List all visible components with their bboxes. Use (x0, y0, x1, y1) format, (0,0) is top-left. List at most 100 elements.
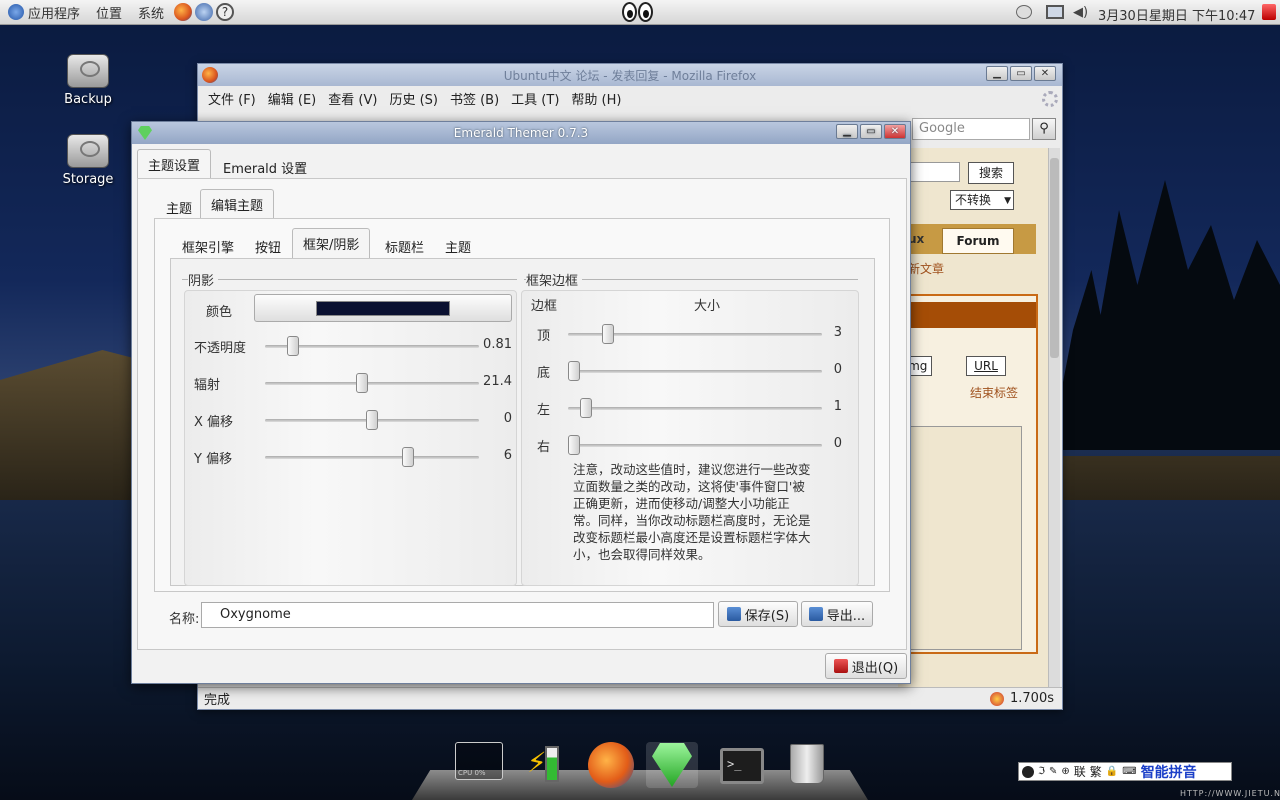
shadow-radius-value: 21.4 (483, 374, 512, 389)
applications-menu[interactable]: 应用程序 (0, 3, 88, 22)
dock-cpu-monitor[interactable]: CPU 0% (455, 742, 507, 788)
volume-icon[interactable]: ◀) (1073, 5, 1088, 20)
forum-tab-forum[interactable]: Forum (942, 228, 1014, 254)
message-textarea[interactable] (900, 426, 1022, 650)
applications-menu-label: 应用程序 (28, 6, 81, 22)
new-articles-link[interactable]: 新文章 (908, 260, 944, 277)
border-left-slider-track[interactable] (568, 407, 822, 410)
dock-power-icon[interactable]: ⚡ (525, 742, 577, 788)
close-tags-link[interactable]: 结束标签 (970, 384, 1018, 401)
cpu-label: CPU 0% (455, 742, 503, 780)
border-bottom-slider-handle[interactable] (568, 361, 580, 381)
menu-history[interactable]: 历史 (S) (383, 89, 444, 108)
border-right-slider-track[interactable] (568, 444, 822, 447)
maximize-button[interactable]: ▭ (860, 124, 882, 139)
tab-frame-shadow[interactable]: 框架/阴影 (292, 228, 371, 258)
punctuation-icon[interactable]: ✎ (1049, 766, 1057, 777)
shadow-opacity-label: 不透明度 (194, 341, 247, 356)
menu-tools[interactable]: 工具 (T) (505, 89, 565, 108)
menu-file[interactable]: 文件 (F) (202, 89, 262, 108)
close-button[interactable]: ✕ (1034, 66, 1056, 81)
export-icon (808, 607, 823, 621)
save-button[interactable]: 保存(S) (718, 601, 798, 627)
desktop-icon-backup[interactable]: Backup (48, 54, 128, 107)
page-scrollbar[interactable] (1048, 148, 1060, 688)
watermark: HTTP://WWW.JIETU.NET/ (1180, 789, 1280, 798)
search-icon[interactable]: ⚲ (1032, 118, 1056, 140)
shadow-radius-slider-track[interactable] (265, 382, 479, 385)
theme-name-input[interactable]: Oxygnome (201, 602, 714, 628)
dock-trash-icon[interactable] (786, 742, 838, 788)
input-mode-icon[interactable]: ℑ (1038, 766, 1045, 777)
border-right-slider-handle[interactable] (568, 435, 580, 455)
menu-view[interactable]: 查看 (V) (322, 89, 383, 108)
lock-icon[interactable]: 🔒 (1106, 766, 1118, 777)
mail-launcher-icon[interactable] (195, 3, 214, 21)
minimize-button[interactable]: ▁ (986, 66, 1008, 81)
scrollbar-thumb[interactable] (1050, 158, 1059, 358)
shadow-y-offset-slider-track[interactable] (265, 456, 479, 459)
network-icon[interactable] (1046, 5, 1064, 19)
help-icon[interactable]: ? (216, 3, 235, 21)
border-top-slider-handle[interactable] (601, 324, 614, 344)
dock-firefox-icon[interactable] (588, 742, 640, 788)
maximize-button[interactable]: ▭ (1010, 66, 1032, 81)
menu-edit[interactable]: 编辑 (E) (262, 89, 323, 108)
convert-select-value: 不转换 (955, 193, 992, 207)
ime-fan-toggle[interactable]: 繁 (1090, 763, 1102, 780)
export-button[interactable]: 导出... (801, 601, 873, 627)
tab-buttons-label: 按钮 (255, 240, 282, 256)
firefox-titlebar[interactable]: Ubuntu中文 论坛 - 发表回复 - Mozilla Firefox ▁ ▭… (198, 64, 1062, 86)
menu-bookmarks[interactable]: 书签 (B) (444, 89, 505, 108)
shadow-group-line (182, 279, 517, 280)
firefox-menubar: 文件 (F) 编辑 (E) 查看 (V) 历史 (S) 书签 (B) 工具 (T… (198, 86, 1062, 110)
forum-search-button[interactable]: 搜索 (968, 162, 1014, 184)
shadow-radius-slider-handle[interactable] (355, 373, 368, 393)
shadow-color-button[interactable] (254, 294, 512, 322)
firefox-search-input[interactable]: Google (912, 118, 1030, 140)
dock-terminal-icon[interactable]: >_ (720, 742, 772, 788)
ime-toolbar[interactable]: ℑ ✎ ⊕ 联 繁 🔒 ⌨ 智能拼音 (1018, 762, 1232, 781)
url-button[interactable]: URL (966, 356, 1006, 376)
minimize-button[interactable]: ▁ (836, 124, 858, 139)
firefox-launcher-icon[interactable] (174, 3, 193, 21)
tab-theme-settings[interactable]: 主题设置 (137, 149, 212, 179)
menu-help[interactable]: 帮助 (H) (565, 89, 627, 108)
post-form-header (900, 302, 1036, 328)
system-menu[interactable]: 系统 (130, 3, 172, 22)
tab-titlebar[interactable]: 标题栏 (374, 231, 435, 261)
desktop-icon-label: Storage (62, 172, 114, 187)
tab-frame-engine[interactable]: 框架引擎 (171, 231, 245, 261)
tab-inner-themes[interactable]: 主题 (434, 231, 482, 261)
logout-icon[interactable] (1262, 4, 1276, 20)
shadow-opacity-slider-handle[interactable] (287, 336, 300, 356)
forum-tabbar: ux Forum (898, 224, 1036, 254)
shadow-x-offset-value: 0 (503, 411, 512, 426)
border-bottom-value: 0 (833, 362, 842, 377)
ime-lian-toggle[interactable]: 联 (1074, 763, 1086, 780)
quit-button[interactable]: 退出(Q) (825, 653, 907, 679)
close-button[interactable]: ✕ (884, 124, 906, 139)
shadow-x-offset-slider-handle[interactable] (366, 410, 378, 430)
status-addon-icon[interactable] (990, 692, 1004, 706)
desktop-icon-storage[interactable]: Storage (48, 134, 128, 187)
tab-buttons[interactable]: 按钮 (244, 231, 292, 261)
emerald-titlebar[interactable]: Emerald Themer 0.7.3 ▁ ▭ ✕ (132, 122, 910, 144)
border-bottom-label: 底 (537, 366, 551, 381)
border-left-slider-handle[interactable] (580, 398, 593, 418)
convert-select[interactable]: 不转换 ▼ (950, 190, 1014, 210)
emerald-title: Emerald Themer 0.7.3 (453, 126, 589, 140)
fullwidth-icon[interactable]: ⊕ (1061, 766, 1069, 777)
dock-emerald-icon[interactable] (646, 742, 698, 788)
tab-edit-theme[interactable]: 编辑主题 (200, 189, 275, 219)
firefox-statusbar: 完成 1.700s (198, 687, 1062, 709)
keyboard-icon[interactable]: ⌨ (1122, 766, 1136, 777)
border-bottom-slider-track[interactable] (568, 370, 822, 373)
weather-icon[interactable] (1016, 5, 1032, 19)
places-menu[interactable]: 位置 (88, 3, 130, 22)
tab-themes-label: 主题 (166, 201, 193, 217)
shadow-opacity-value: 0.81 (483, 337, 512, 352)
ime-label[interactable]: 智能拼音 (1141, 762, 1197, 782)
shadow-y-offset-slider-handle[interactable] (402, 447, 415, 467)
clock[interactable]: 3月30日星期日 下午10:47 (1098, 5, 1255, 24)
